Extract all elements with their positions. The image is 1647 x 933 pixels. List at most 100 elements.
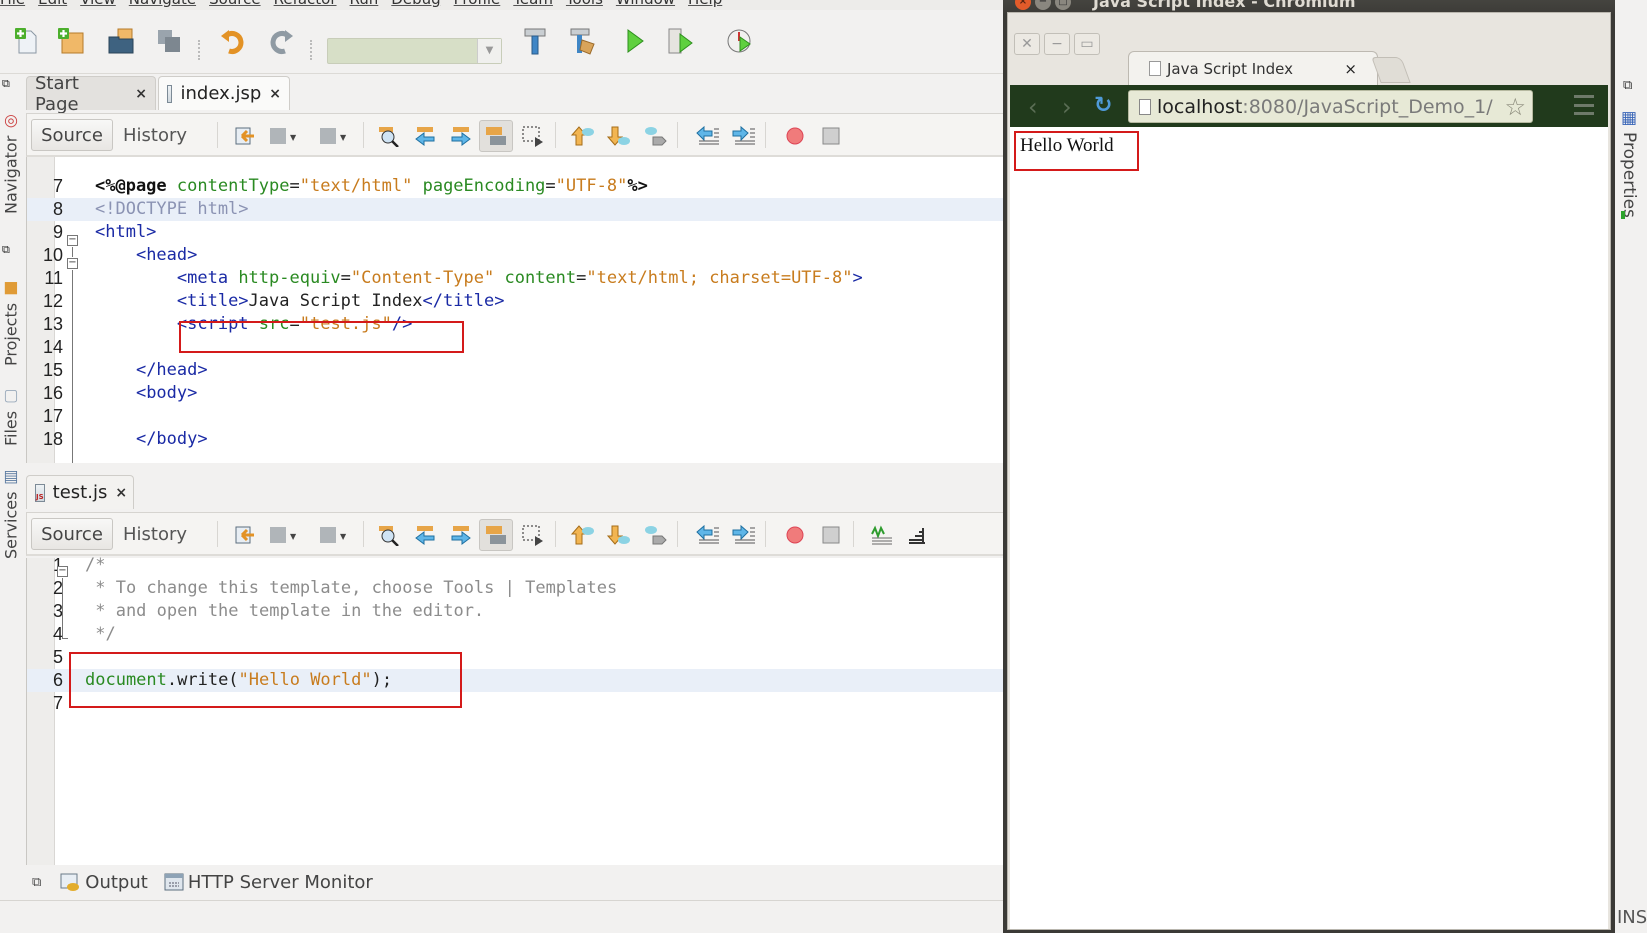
top-code-editor[interactable]: 7 <%@page contentType="text/html" pageEnc… bbox=[26, 157, 1006, 463]
close-tab-icon[interactable]: × bbox=[1344, 60, 1357, 78]
save-all-icon[interactable] bbox=[154, 26, 184, 56]
toggle-highlight-icon[interactable] bbox=[479, 120, 513, 152]
new-file-icon[interactable] bbox=[12, 26, 42, 56]
forward-icon[interactable]: › bbox=[1062, 93, 1072, 121]
back-icon[interactable]: ‹ bbox=[1028, 93, 1038, 121]
close-icon[interactable]: × bbox=[115, 485, 127, 501]
code-line[interactable]: 11 <meta http-equiv="Content-Type" conte… bbox=[27, 267, 1006, 290]
menu-item-help[interactable]: Help bbox=[688, 0, 722, 8]
chrome-minimize-button[interactable]: − bbox=[1044, 33, 1070, 55]
menu-item-navigate[interactable]: Navigate bbox=[129, 0, 196, 8]
rectangular-selection-icon[interactable] bbox=[521, 124, 545, 148]
back-icon[interactable]: ▼ bbox=[267, 124, 301, 148]
back-icon[interactable]: ▼ bbox=[267, 523, 301, 547]
code-line[interactable]: 17 bbox=[27, 405, 1006, 428]
menu-item-view[interactable]: View bbox=[80, 0, 116, 8]
run-icon[interactable] bbox=[620, 26, 650, 56]
bottom-code-editor[interactable]: 1/* 2 * To change this template, choose T… bbox=[26, 555, 1006, 865]
clean-build-icon[interactable] bbox=[568, 26, 598, 56]
code-line[interactable]: 15 </head> bbox=[27, 359, 1006, 382]
address-bar[interactable]: localhost:8080/JavaScript_Demo_1/ ☆ bbox=[1128, 90, 1533, 123]
code-line[interactable]: 3 * and open the template in the editor. bbox=[27, 600, 1006, 623]
reload-icon[interactable]: ↻ bbox=[1094, 93, 1112, 118]
sidebar-tab-files[interactable]: Files ▢ bbox=[0, 374, 22, 446]
tab-test-js[interactable]: JS test.js × bbox=[26, 475, 134, 509]
menu-item-tools[interactable]: Tools bbox=[566, 0, 603, 8]
find-previous-icon[interactable] bbox=[413, 124, 437, 148]
build-icon[interactable] bbox=[520, 26, 550, 56]
find-icon[interactable] bbox=[377, 124, 401, 148]
close-icon[interactable]: × bbox=[135, 86, 147, 102]
redo-icon[interactable] bbox=[266, 26, 296, 56]
forward-icon[interactable]: ▼ bbox=[317, 523, 351, 547]
http-server-monitor-tab[interactable]: HTTP Server Monitor bbox=[164, 872, 373, 893]
maximize-window-button[interactable]: □ bbox=[1055, 0, 1071, 10]
restore-window-icon[interactable]: ⧉ bbox=[32, 875, 41, 890]
check-syntax-icon[interactable] bbox=[869, 523, 893, 547]
code-line[interactable]: 13 <script src="test.js"/> bbox=[27, 313, 1006, 336]
source-button[interactable]: Source bbox=[31, 119, 113, 151]
new-project-icon[interactable] bbox=[56, 26, 86, 56]
code-line[interactable]: 2 * To change this template, choose Tool… bbox=[27, 577, 1006, 600]
sidebar-tab-properties[interactable]: ▦ Properties bbox=[1619, 108, 1639, 218]
menu-item-run[interactable]: Run bbox=[350, 0, 379, 8]
find-previous-icon[interactable] bbox=[413, 523, 437, 547]
code-line[interactable]: 1/* bbox=[27, 554, 1006, 577]
code-line[interactable]: 9 <html> bbox=[27, 221, 1006, 244]
toggle-highlight-icon[interactable] bbox=[479, 519, 513, 551]
restore-window-icon[interactable]: ⧉ bbox=[1623, 78, 1632, 93]
find-icon[interactable] bbox=[377, 523, 401, 547]
undo-icon[interactable] bbox=[218, 26, 248, 56]
menu-item-refactor[interactable]: Refactor bbox=[274, 0, 337, 8]
menu-item-window[interactable]: Window bbox=[616, 0, 675, 8]
profile-icon[interactable]: ▼ bbox=[726, 26, 756, 56]
code-line[interactable]: 18 </body> bbox=[27, 428, 1006, 451]
menu-item-debug[interactable]: Debug bbox=[391, 0, 440, 8]
sidebar-tab-projects[interactable]: Projects ■ bbox=[0, 266, 22, 366]
menu-item-team[interactable]: Team bbox=[513, 0, 553, 8]
tab-index-jsp[interactable]: index.jsp × bbox=[158, 76, 290, 110]
chrome-close-button[interactable]: ✕ bbox=[1014, 33, 1040, 55]
menu-item-file[interactable]: File bbox=[0, 0, 25, 8]
chevron-down-icon[interactable]: ▼ bbox=[477, 39, 501, 63]
forward-icon[interactable]: ▼ bbox=[317, 124, 351, 148]
code-line[interactable]: 10 <head> bbox=[27, 244, 1006, 267]
previous-bookmark-icon[interactable] bbox=[571, 523, 595, 547]
minimize-window-button[interactable]: − bbox=[1035, 0, 1051, 10]
find-next-icon[interactable] bbox=[449, 523, 473, 547]
shift-right-icon[interactable] bbox=[731, 124, 755, 148]
bookmark-star-icon[interactable]: ☆ bbox=[1504, 93, 1526, 121]
stop-macro-recording-icon[interactable] bbox=[819, 124, 843, 148]
close-icon[interactable]: × bbox=[269, 86, 281, 102]
browser-tab[interactable]: Java Script Index × bbox=[1128, 51, 1378, 85]
shift-right-icon[interactable] bbox=[731, 523, 755, 547]
chrome-maximize-button[interactable]: ▭ bbox=[1074, 33, 1100, 55]
code-line[interactable]: 7 <%@page contentType="text/html" pageEnc… bbox=[27, 175, 1006, 198]
close-window-button[interactable]: × bbox=[1015, 0, 1031, 10]
restore-window-icon[interactable]: ⧉ bbox=[2, 78, 16, 90]
fold-collapse-icon[interactable]: − bbox=[67, 235, 78, 246]
restore-window-icon[interactable]: ⧉ bbox=[2, 244, 16, 256]
find-next-icon[interactable] bbox=[449, 124, 473, 148]
fold-collapse-icon[interactable]: − bbox=[57, 566, 68, 577]
start-macro-recording-icon[interactable] bbox=[783, 124, 807, 148]
format-icon[interactable] bbox=[905, 523, 929, 547]
menu-item-source[interactable]: Source bbox=[209, 0, 261, 8]
code-line[interactable]: 16 <body> bbox=[27, 382, 1006, 405]
last-edit-icon[interactable] bbox=[233, 124, 257, 148]
sidebar-tab-navigator[interactable]: Navigator ◎ bbox=[0, 104, 22, 214]
code-line[interactable]: 4 */ bbox=[27, 623, 1006, 646]
browser-menu-icon[interactable] bbox=[1574, 95, 1594, 115]
next-bookmark-icon[interactable] bbox=[607, 523, 631, 547]
menu-item-profile[interactable]: Profile bbox=[454, 0, 501, 8]
menu-item-edit[interactable]: Edit bbox=[38, 0, 67, 8]
history-button[interactable]: History bbox=[123, 119, 187, 151]
previous-bookmark-icon[interactable] bbox=[571, 124, 595, 148]
configuration-combo[interactable]: ▼ bbox=[327, 38, 502, 64]
history-button[interactable]: History bbox=[123, 518, 187, 550]
debug-icon[interactable]: ▼ bbox=[666, 26, 696, 56]
shift-left-icon[interactable] bbox=[695, 523, 719, 547]
open-project-icon[interactable] bbox=[106, 26, 136, 56]
rectangular-selection-icon[interactable] bbox=[521, 523, 545, 547]
shift-left-icon[interactable] bbox=[695, 124, 719, 148]
